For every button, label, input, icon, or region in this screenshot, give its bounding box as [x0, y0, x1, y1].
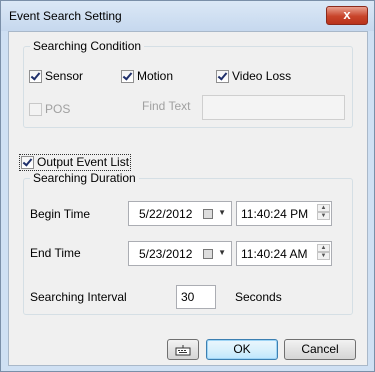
sensor-checkbox[interactable]: Sensor — [29, 69, 83, 83]
event-search-setting-dialog: Event Search Setting x Searching Conditi… — [0, 0, 375, 372]
begin-time-label: Begin Time — [30, 207, 91, 221]
close-button[interactable]: x — [326, 6, 368, 25]
dialog-body: Searching Condition Sensor Motion Video … — [8, 31, 368, 366]
find-text-label: Find Text — [142, 99, 191, 113]
end-date-value: 5/23/2012 — [139, 247, 193, 261]
begin-time-input[interactable]: 11:40:24 PM ▲ ▼ — [236, 201, 332, 226]
find-text-input[interactable] — [202, 95, 345, 120]
end-date-picker[interactable]: 5/23/2012 ▼ — [128, 241, 232, 266]
calendar-icon — [203, 249, 213, 259]
keyboard-button[interactable] — [167, 339, 199, 360]
end-time-value: 11:40:24 AM — [241, 247, 308, 261]
pos-checkbox[interactable]: POS — [29, 102, 70, 116]
pos-check-icon — [29, 102, 42, 116]
motion-label: Motion — [137, 69, 174, 83]
begin-time-value: 11:40:24 PM — [241, 207, 309, 221]
keyboard-icon — [175, 345, 191, 356]
dropdown-arrow-icon[interactable]: ▼ — [218, 208, 226, 217]
searching-condition-legend: Searching Condition — [33, 39, 142, 53]
sensor-label: Sensor — [45, 69, 84, 83]
spin-down-icon[interactable]: ▼ — [317, 252, 330, 260]
dialog-title: Event Search Setting — [9, 9, 122, 23]
motion-checkbox[interactable]: Motion — [121, 69, 173, 83]
sensor-check-icon — [29, 69, 42, 83]
ok-button[interactable]: OK — [206, 339, 278, 360]
output-event-list-label: Output Event List — [37, 155, 130, 169]
begin-date-picker[interactable]: 5/22/2012 ▼ — [128, 201, 232, 226]
dropdown-arrow-icon[interactable]: ▼ — [218, 248, 226, 257]
video-loss-check-icon — [216, 69, 229, 83]
spin-up-icon[interactable]: ▲ — [317, 244, 330, 252]
end-time-input[interactable]: 11:40:24 AM ▲ ▼ — [236, 241, 332, 266]
spin-up-icon[interactable]: ▲ — [317, 204, 330, 212]
searching-duration-legend: Searching Duration — [33, 171, 136, 185]
video-loss-label: Video Loss — [232, 69, 292, 83]
motion-check-icon — [121, 69, 134, 83]
spin-down-icon[interactable]: ▼ — [317, 212, 330, 220]
searching-interval-label: Searching Interval — [30, 290, 127, 304]
end-time-spinner[interactable]: ▲ ▼ — [317, 244, 330, 264]
pos-label: POS — [45, 102, 71, 116]
cancel-button[interactable]: Cancel — [284, 339, 356, 360]
searching-interval-value: 30 — [181, 290, 195, 304]
video-loss-checkbox[interactable]: Video Loss — [216, 69, 291, 83]
output-event-list-checkbox[interactable]: Output Event List — [21, 155, 129, 169]
begin-date-value: 5/22/2012 — [139, 207, 193, 221]
searching-interval-input[interactable]: 30 — [176, 285, 216, 309]
output-event-list-check-icon — [21, 155, 34, 169]
end-time-label: End Time — [30, 246, 81, 260]
title-bar[interactable]: Event Search Setting x — [1, 1, 374, 31]
begin-time-spinner[interactable]: ▲ ▼ — [317, 204, 330, 224]
seconds-unit-label: Seconds — [235, 290, 282, 304]
calendar-icon — [203, 209, 213, 219]
